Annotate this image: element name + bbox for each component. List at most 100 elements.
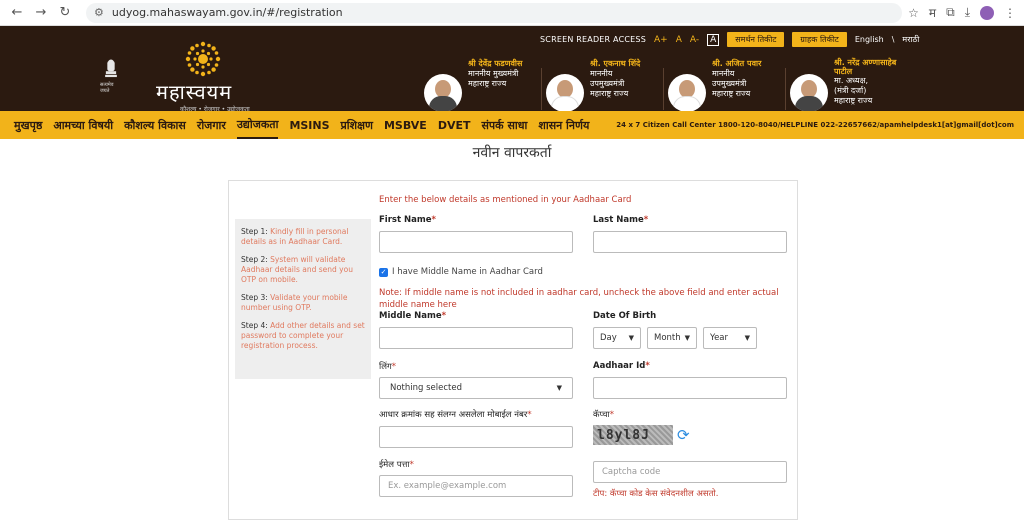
font-increase-button[interactable]: A+: [654, 35, 668, 45]
support-ticket-button[interactable]: समर्थन तिकीट: [727, 32, 785, 47]
leader-card: श्री देवेंद्र फडणवीस माननीय मुख्यमंत्री …: [420, 59, 542, 112]
nav-skill-development[interactable]: कौशल्य विकास: [124, 111, 186, 139]
middle-name-checkbox[interactable]: ✓: [379, 267, 388, 277]
caret-down-icon: ▼: [628, 334, 634, 342]
middle-name-label: Middle Name*: [379, 311, 447, 321]
step-item: Step 1: Kindly fill in personal details …: [241, 227, 365, 247]
leader-role: उपमुख्यमंत्री: [590, 79, 625, 88]
nav-government-resolutions[interactable]: शासन निर्णय: [538, 111, 589, 139]
form-intro: Enter the below details as mentioned in …: [379, 195, 632, 205]
step-label: Step 1:: [241, 227, 268, 236]
first-name-label: First Name*: [379, 215, 436, 225]
lang-english-link[interactable]: English: [855, 35, 884, 44]
profile-avatar[interactable]: [980, 5, 994, 20]
leader-card: श्री. एकनाथ शिंदे माननीय उपमुख्यमंत्री म…: [542, 59, 664, 112]
mobile-label: आधार क्रमांक सह संलग्न असलेला मोबाईल नंब…: [379, 410, 532, 420]
lang-separator: \: [891, 35, 895, 44]
leader-role: माननीय: [712, 69, 735, 78]
leader-card: श्री. अजित पवार माननीय उपमुख्यमंत्री महा…: [664, 59, 786, 112]
browser-toolbar: ← → ↻ ⚙ udyog.mahaswayam.gov.in/#/regist…: [0, 0, 1024, 26]
email-label: ईमेल पत्ता*: [379, 460, 414, 470]
last-name-input[interactable]: [593, 231, 787, 253]
back-icon[interactable]: ←: [8, 4, 26, 22]
step-label: Step 4:: [241, 321, 268, 330]
step-label: Step 2:: [241, 255, 268, 264]
font-decrease-button[interactable]: A-: [690, 35, 699, 45]
email-input[interactable]: Ex. example@example.com: [379, 475, 573, 497]
aadhaar-label: Aadhaar Id*: [593, 361, 650, 371]
mobile-input[interactable]: [379, 426, 573, 448]
menu-icon[interactable]: ⋮: [1004, 6, 1016, 20]
leader-role: (मंत्री दर्जा): [834, 86, 867, 95]
step-item: Step 4: Add other details and set passwo…: [241, 321, 365, 351]
nav-dvet[interactable]: DVET: [438, 111, 471, 139]
dob-label: Date Of Birth: [593, 311, 657, 321]
state-emblem-icon: सत्यमेव जयते: [100, 58, 122, 94]
captcha-input[interactable]: Captcha code: [593, 461, 787, 483]
contrast-button[interactable]: A: [707, 33, 720, 46]
address-bar[interactable]: ⚙ udyog.mahaswayam.gov.in/#/registration: [86, 2, 903, 23]
leader-name: श्री देवेंद्र फडणवीस: [468, 59, 523, 68]
leader-photo: [790, 74, 828, 112]
site-info-icon[interactable]: ⚙: [94, 6, 104, 19]
first-name-input[interactable]: [379, 231, 573, 253]
nav-employment[interactable]: रोजगार: [197, 111, 226, 139]
download-icon[interactable]: ⤓: [965, 5, 970, 20]
nav-about[interactable]: आमच्या विषयी: [53, 111, 113, 139]
gender-label: लिंग*: [379, 362, 397, 372]
dob-month-value: Month: [654, 333, 681, 343]
leader-role: उपमुख्यमंत्री: [712, 79, 747, 88]
dob-month-select[interactable]: Month ▼: [647, 327, 697, 349]
nav-home[interactable]: मुखपृष्ठ: [14, 111, 42, 139]
step-label: Step 3:: [241, 293, 268, 302]
gender-select[interactable]: Nothing selected ▼: [379, 377, 573, 399]
middle-name-note: Note: If middle name is not included in …: [379, 288, 779, 310]
bookmark-star-icon[interactable]: ☆: [908, 6, 919, 20]
brand: महास्वयम कौशल्य • रोजगार • उद्योजकता: [156, 38, 250, 113]
translate-icon[interactable]: म: [929, 4, 936, 21]
emblem-caption: सत्यमेव जयते: [100, 81, 114, 94]
gender-value: Nothing selected: [390, 383, 463, 393]
captcha-label: कॅप्चा*: [593, 410, 614, 420]
leader-role: महाराष्ट्र राज्य: [834, 96, 873, 105]
middle-name-checkbox-row[interactable]: ✓ I have Middle Name in Aadhar Card: [379, 267, 543, 277]
screen-reader-link[interactable]: SCREEN READER ACCESS: [540, 35, 646, 44]
extensions-icon[interactable]: ⧉: [946, 5, 955, 20]
leader-role: माननीय: [590, 69, 613, 78]
nav-msbve[interactable]: MSBVE: [384, 111, 427, 139]
lang-marathi-link[interactable]: मराठी: [902, 34, 919, 45]
dob-year-value: Year: [710, 333, 728, 343]
nav-entrepreneurship[interactable]: उद्योजकता: [236, 111, 279, 139]
leader-role: महाराष्ट्र राज्य: [468, 79, 507, 88]
caret-down-icon: ▼: [684, 334, 690, 342]
reload-icon[interactable]: ↻: [56, 4, 74, 22]
dob-year-select[interactable]: Year ▼: [703, 327, 757, 349]
caret-down-icon: ▼: [556, 384, 562, 392]
nav-msins[interactable]: MSINS: [289, 111, 329, 139]
font-normal-button[interactable]: A: [676, 35, 682, 45]
helpline-text: 24 x 7 Citizen Call Center 1800-120-8040…: [616, 121, 1014, 129]
nav-contact[interactable]: संपर्क साधा: [481, 111, 527, 139]
dob-day-select[interactable]: Day ▼: [593, 327, 641, 349]
refresh-captcha-icon[interactable]: ⟳: [677, 425, 693, 445]
leader-card: श्री. नरेंद्र अण्णासाहेब पाटील मा. अध्यक…: [786, 58, 908, 112]
leader-photo: [424, 74, 462, 112]
logo-area[interactable]: सत्यमेव जयते महास्वयम कौशल्य • रोजगार • …: [100, 38, 250, 113]
captcha-image: l8yl8J: [593, 425, 673, 445]
leader-role: महाराष्ट्र राज्य: [590, 89, 629, 98]
aadhaar-input[interactable]: [593, 377, 787, 399]
steps-panel: Step 1: Kindly fill in personal details …: [235, 219, 371, 379]
registration-form: Step 1: Kindly fill in personal details …: [228, 180, 798, 520]
middle-name-input[interactable]: [379, 327, 573, 349]
middle-name-checkbox-label: I have Middle Name in Aadhar Card: [392, 267, 543, 277]
leader-photo: [546, 74, 584, 112]
nav-training[interactable]: प्रशिक्षण: [341, 111, 373, 139]
step-item: Step 2: System will validate Aadhaar det…: [241, 255, 365, 285]
mahaswayam-logo-icon: [185, 41, 221, 77]
leader-name: श्री. नरेंद्र अण्णासाहेब पाटील: [834, 58, 897, 76]
customer-ticket-button[interactable]: ग्राहक तिकीट: [792, 32, 847, 47]
leader-name: श्री. एकनाथ शिंदे: [590, 59, 641, 68]
leader-role: माननीय मुख्यमंत्री: [468, 69, 519, 78]
brand-name: महास्वयम: [156, 80, 233, 104]
forward-icon[interactable]: →: [32, 4, 50, 22]
